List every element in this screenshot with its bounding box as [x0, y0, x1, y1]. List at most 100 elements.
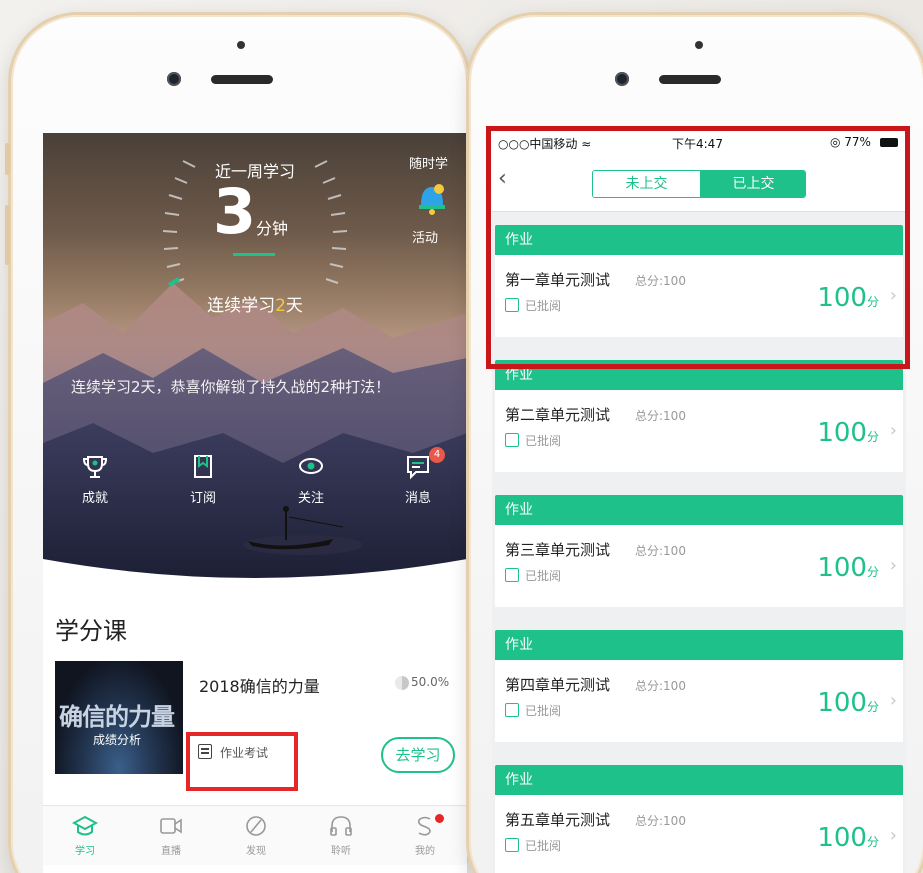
proximity-sensor: [695, 41, 703, 49]
volume-up-button: [5, 205, 10, 265]
trophy-icon: [82, 456, 108, 478]
homework-title: 第五章单元测试: [505, 811, 611, 829]
score-unit: 分: [866, 565, 879, 579]
homework-group: 作业 第一章单元测试 总分:100 已批阅 100分 ›: [495, 225, 903, 337]
chevron-right-icon: ›: [889, 285, 897, 306]
chevron-right-icon: ›: [889, 420, 897, 441]
graded-icon: [505, 838, 519, 852]
tab-study[interactable]: 学习: [55, 814, 115, 857]
homework-total: 总分:100: [635, 274, 686, 288]
activity-label[interactable]: 活动: [412, 227, 438, 246]
homework-list-screen: ○○○中国移动 ≈ 下午4:47 ◎ 77% ‹ 未上交 已上交 作业 第一章单…: [492, 132, 906, 873]
course-thumbnail[interactable]: 确信的力量 成绩分析: [55, 661, 183, 774]
go-study-button[interactable]: 去学习: [381, 737, 455, 773]
front-camera: [615, 72, 629, 86]
proximity-sensor: [237, 41, 245, 49]
graded-icon: [505, 568, 519, 582]
homework-status: 已批阅: [525, 704, 562, 718]
homework-status: 已批阅: [525, 434, 562, 448]
homework-status: 已批阅: [525, 569, 562, 583]
quick-following[interactable]: 关注: [281, 453, 341, 506]
thumbnail-subtitle: 成绩分析: [93, 733, 142, 747]
hero-bottom-curve: [43, 559, 467, 579]
tab-mine[interactable]: 我的: [395, 814, 455, 857]
tab-live-label: 直播: [161, 846, 181, 857]
graded-icon: [505, 703, 519, 717]
quick-achievements-label: 成就: [81, 491, 108, 506]
homework-header: 作业: [495, 630, 903, 660]
mute-switch: [5, 143, 10, 175]
streak-prefix: 连续学习: [207, 296, 276, 316]
quick-subscriptions-label: 订阅: [189, 491, 216, 506]
study-summary-hero: 近一周学习 3 分钟 连续学习2天 随时学 活动 连续学习2天，恭喜你解锁了持久…: [43, 133, 467, 579]
quick-messages-label: 消息: [404, 491, 431, 506]
tab-listen[interactable]: 聆听: [311, 814, 371, 857]
homework-item[interactable]: 第五章单元测试 总分:100 已批阅 100分 ›: [495, 795, 903, 873]
homework-total: 总分:100: [635, 679, 686, 693]
graded-icon: [505, 433, 519, 447]
homework-item[interactable]: 第三章单元测试 总分:100 已批阅 100分 ›: [495, 525, 903, 607]
quick-achievements[interactable]: 成就: [65, 453, 125, 506]
compass-icon: [246, 816, 266, 836]
homework-score: 100分: [817, 283, 879, 313]
tab-study-label: 学习: [75, 846, 95, 857]
course-name[interactable]: 2018确信的力量: [199, 673, 320, 697]
score-value: 100: [817, 823, 867, 853]
homework-item[interactable]: 第二章单元测试 总分:100 已批阅 100分 ›: [495, 390, 903, 472]
course-progress: 50.0%: [411, 675, 450, 689]
activity-bell-icon[interactable]: [415, 179, 449, 219]
homework-header: 作业: [495, 225, 903, 255]
chevron-right-icon: ›: [889, 825, 897, 846]
eye-icon: [299, 458, 323, 474]
homework-exam-link[interactable]: 作业考试: [198, 744, 268, 761]
homework-item[interactable]: 第四章单元测试 总分:100 已批阅 100分 ›: [495, 660, 903, 742]
notification-dot: [435, 814, 444, 823]
homework-group: 作业 第二章单元测试 总分:100 已批阅 100分 ›: [495, 360, 903, 472]
streak-suffix: 天: [285, 296, 303, 316]
message-count-badge: 4: [429, 447, 445, 463]
homework-header: 作业: [495, 765, 903, 795]
back-chevron-icon[interactable]: ‹: [498, 166, 507, 192]
phone-frame-left: 近一周学习 3 分钟 连续学习2天 随时学 活动 连续学习2天，恭喜你解锁了持久…: [5, 12, 471, 873]
earpiece-speaker: [659, 75, 721, 84]
earpiece-speaker: [211, 75, 273, 84]
learning-home-screen: 近一周学习 3 分钟 连续学习2天 随时学 活动 连续学习2天，恭喜你解锁了持久…: [43, 133, 467, 873]
homework-score: 100分: [817, 688, 879, 718]
homework-total: 总分:100: [635, 544, 686, 558]
homework-header: 作业: [495, 360, 903, 390]
segment-not-submitted[interactable]: 未上交: [593, 171, 700, 197]
homework-title: 第四章单元测试: [505, 676, 611, 694]
homework-status: 已批阅: [525, 839, 562, 853]
anytime-study-link[interactable]: 随时学: [409, 153, 448, 172]
tab-discover[interactable]: 发现: [226, 814, 286, 857]
quick-subscriptions[interactable]: 订阅: [173, 453, 233, 506]
quick-following-label: 关注: [297, 491, 324, 506]
score-unit: 分: [866, 295, 879, 309]
score-unit: 分: [866, 835, 879, 849]
score-value: 100: [817, 283, 867, 313]
thumbnail-title: 确信的力量: [59, 703, 175, 731]
homework-total: 总分:100: [635, 814, 686, 828]
study-minutes-unit: 分钟: [256, 219, 289, 238]
unlock-message: 连续学习2天，恭喜你解锁了持久战的2种打法！: [71, 378, 391, 396]
tab-listen-label: 聆听: [331, 846, 351, 857]
tab-live[interactable]: 直播: [141, 814, 201, 857]
homework-total: 总分:100: [635, 409, 686, 423]
segment-submitted[interactable]: 已上交: [700, 171, 805, 197]
score-value: 100: [817, 688, 867, 718]
homework-item[interactable]: 第一章单元测试 总分:100 已批阅 100分 ›: [495, 255, 903, 337]
homework-score: 100分: [817, 823, 879, 853]
bottom-tab-bar: 学习 直播 发现 聆听 我的: [43, 805, 467, 865]
study-streak: 连续学习2天: [173, 291, 337, 316]
homework-title: 第三章单元测试: [505, 541, 611, 559]
navigation-bar: ‹ 未上交 已上交: [492, 154, 906, 212]
homework-status: 已批阅: [525, 299, 562, 313]
tab-discover-label: 发现: [246, 846, 266, 857]
homework-header: 作业: [495, 495, 903, 525]
status-time: 下午4:47: [672, 137, 723, 151]
homework-group: 作业 第五章单元测试 总分:100 已批阅 100分 ›: [495, 765, 903, 873]
tab-mine-label: 我的: [415, 846, 435, 857]
battery-icon: [880, 138, 898, 147]
headphones-icon: [330, 816, 352, 836]
homework-group: 作业 第四章单元测试 总分:100 已批阅 100分 ›: [495, 630, 903, 742]
